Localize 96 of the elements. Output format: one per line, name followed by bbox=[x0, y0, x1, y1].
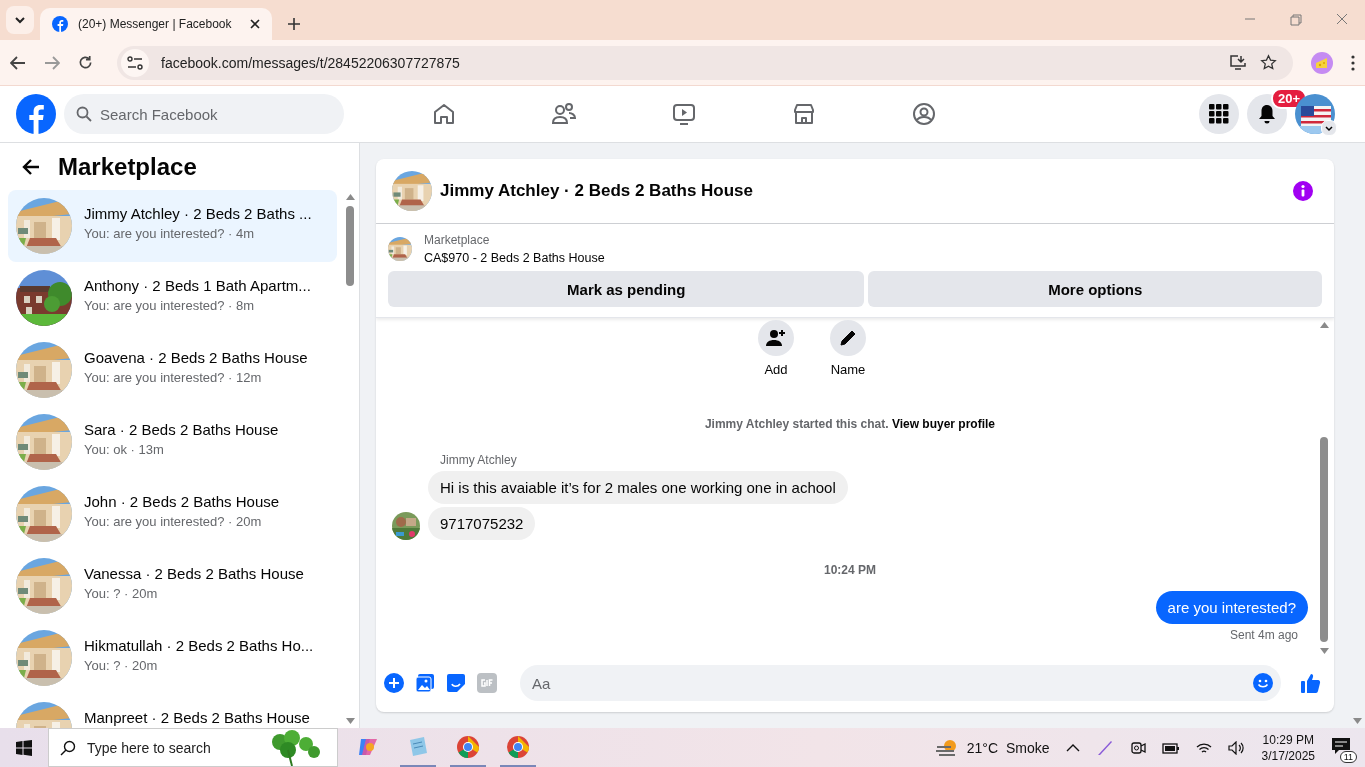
more-options-button[interactable]: More options bbox=[868, 271, 1322, 307]
conversation-title: Sara · 2 Beds 2 Baths House bbox=[84, 421, 279, 438]
chevron-up-icon[interactable] bbox=[1065, 743, 1080, 752]
marketplace-icon[interactable] bbox=[792, 102, 816, 126]
listing-label: Marketplace bbox=[424, 233, 491, 247]
conversation-item[interactable]: John · 2 Beds 2 Baths House You: are you interested? · 20m bbox=[8, 478, 337, 550]
gaming-icon[interactable] bbox=[912, 102, 936, 126]
emoji-icon[interactable] bbox=[1253, 673, 1273, 693]
conversation-title: Hikmatullah · 2 Beds 2 Baths Ho... bbox=[84, 637, 314, 654]
chevron-down-icon bbox=[15, 16, 25, 24]
conversation-item[interactable]: Sara · 2 Beds 2 Baths House You: ok · 13m bbox=[8, 406, 337, 478]
mark-pending-button[interactable]: Mark as pending bbox=[388, 271, 865, 307]
conversation-item[interactable]: Goavena · 2 Beds 2 Baths House You: are you interested? · 12m bbox=[8, 334, 337, 406]
battery-icon[interactable] bbox=[1161, 740, 1180, 755]
weather-temperature: 21°C bbox=[966, 739, 999, 756]
buyer-profile-link[interactable]: View buyer profile bbox=[891, 417, 996, 431]
star-icon[interactable] bbox=[1260, 54, 1277, 71]
conversation-preview: You: are you interested? · 8m bbox=[84, 298, 256, 313]
conversation-item[interactable]: Anthony · 2 Beds 1 Bath Apartm... You: are you interested? · 8m bbox=[8, 262, 337, 334]
conversation-item[interactable]: Hikmatullah · 2 Beds 2 Baths Ho... You: ? · 20m bbox=[8, 622, 337, 694]
message-bubble: are you interested? bbox=[1155, 591, 1308, 624]
camera-icon[interactable] bbox=[1129, 739, 1146, 756]
forward-icon[interactable] bbox=[44, 55, 60, 70]
conversation-item[interactable]: Jimmy Atchley · 2 Beds 2 Baths ... You: are you interested? · 4m bbox=[8, 190, 337, 262]
scroll-down-icon[interactable] bbox=[1353, 718, 1362, 724]
scrollbar-thumb[interactable] bbox=[346, 206, 354, 286]
conversation-title: Vanessa · 2 Beds 2 Baths House bbox=[84, 565, 304, 582]
volume-icon[interactable] bbox=[1227, 740, 1246, 755]
chat-started-note: Jimmy Atchley started this chat. View buyer profile bbox=[703, 417, 997, 431]
address-bar[interactable]: facebook.com/messages/t/28452206307727875 bbox=[117, 45, 1293, 80]
grid-icon bbox=[1209, 104, 1229, 124]
pencil-icon bbox=[839, 329, 857, 347]
conversation-preview: You: ok · 13m bbox=[84, 442, 165, 457]
message-field[interactable]: Aa bbox=[520, 665, 1281, 701]
add-person-icon bbox=[766, 329, 786, 347]
back-icon[interactable] bbox=[22, 158, 40, 175]
search-field[interactable]: Search Facebook bbox=[64, 94, 344, 134]
timestamp: 10:24 PM bbox=[823, 563, 877, 577]
cheese-icon bbox=[1315, 56, 1329, 69]
facebook-icon bbox=[52, 16, 68, 32]
conversation-title: Jimmy Atchley · 2 Beds 2 Baths ... bbox=[84, 205, 312, 222]
menu-button[interactable] bbox=[1199, 94, 1239, 134]
sidebar-title: Marketplace bbox=[58, 152, 197, 181]
scroll-down-icon[interactable] bbox=[345, 718, 355, 724]
listing-title: CA$970 - 2 Beds 2 Baths House bbox=[424, 251, 605, 265]
thumbs-up-icon[interactable] bbox=[1300, 672, 1322, 694]
message-bubble: 9717075232 bbox=[428, 507, 536, 540]
browser-tab[interactable]: (20+) Messenger | Facebook bbox=[40, 8, 272, 40]
facebook-logo[interactable] bbox=[16, 94, 56, 134]
back-icon[interactable] bbox=[10, 55, 26, 70]
message-bubble: Hi is this avaiable it’s for 2 males one working one in achool bbox=[428, 471, 848, 504]
install-app-icon[interactable] bbox=[1230, 54, 1248, 71]
search-icon bbox=[76, 106, 92, 122]
conversation-preview: You: ? · 20m bbox=[84, 586, 159, 601]
chevron-down-icon[interactable] bbox=[1321, 120, 1337, 136]
tab-search-button[interactable] bbox=[6, 6, 34, 34]
search-icon bbox=[60, 740, 76, 756]
video-icon[interactable] bbox=[672, 102, 696, 126]
site-settings-icon[interactable] bbox=[127, 55, 143, 70]
sticker-icon[interactable] bbox=[446, 673, 466, 693]
photo-icon[interactable] bbox=[415, 673, 435, 693]
conversation-title: John · 2 Beds 2 Baths House bbox=[84, 493, 280, 510]
info-icon[interactable] bbox=[1292, 180, 1314, 202]
reload-icon[interactable] bbox=[78, 55, 93, 70]
conversation-preview: You: ? · 20m bbox=[84, 658, 159, 673]
scrollbar-thumb[interactable] bbox=[1320, 437, 1328, 642]
scroll-up-icon[interactable] bbox=[1319, 322, 1329, 328]
conversation-preview: You: are you interested? · 4m bbox=[84, 226, 256, 241]
tab-title: (20+) Messenger | Facebook bbox=[78, 17, 233, 31]
notification-count: 11 bbox=[1339, 751, 1357, 763]
conversation-preview: You: are you interested? · 20m bbox=[84, 514, 263, 529]
taskbar-search-field[interactable]: Type here to search bbox=[48, 728, 338, 767]
menu-icon[interactable] bbox=[1351, 54, 1355, 71]
sender-name: Jimmy Atchley bbox=[440, 453, 518, 467]
home-icon[interactable] bbox=[432, 102, 456, 126]
clock-date[interactable]: 3/17/2025 bbox=[1261, 747, 1315, 764]
close-icon[interactable] bbox=[250, 19, 260, 29]
windows-icon[interactable] bbox=[16, 739, 32, 756]
scroll-up-icon[interactable] bbox=[345, 194, 355, 200]
haze-icon[interactable] bbox=[934, 737, 959, 758]
friends-icon[interactable] bbox=[551, 102, 577, 126]
bell-icon bbox=[1257, 104, 1277, 124]
clock-time[interactable]: 10:29 PM bbox=[1262, 731, 1314, 748]
message-status: Sent 4m ago bbox=[1228, 628, 1298, 642]
pen-icon[interactable] bbox=[1095, 738, 1114, 757]
weather-condition: Smoke bbox=[1006, 739, 1050, 756]
new-tab-icon[interactable] bbox=[288, 18, 300, 30]
conversation-preview: You: are you interested? · 12m bbox=[84, 370, 263, 385]
conversation-title: Goavena · 2 Beds 2 Baths House bbox=[84, 349, 308, 366]
scroll-down-icon[interactable] bbox=[1319, 648, 1329, 654]
chat-title: Jimmy Atchley · 2 Beds 2 Baths House bbox=[440, 181, 755, 201]
notifications-icon[interactable] bbox=[1331, 737, 1351, 755]
plus-icon[interactable] bbox=[384, 673, 404, 693]
conversation-item[interactable]: Vanessa · 2 Beds 2 Baths House You: ? · 20m bbox=[8, 550, 337, 622]
conversation-title: Anthony · 2 Beds 1 Bath Apartm... bbox=[84, 277, 311, 294]
conversation-title: Manpreet · 2 Beds 2 Baths House bbox=[84, 709, 310, 726]
